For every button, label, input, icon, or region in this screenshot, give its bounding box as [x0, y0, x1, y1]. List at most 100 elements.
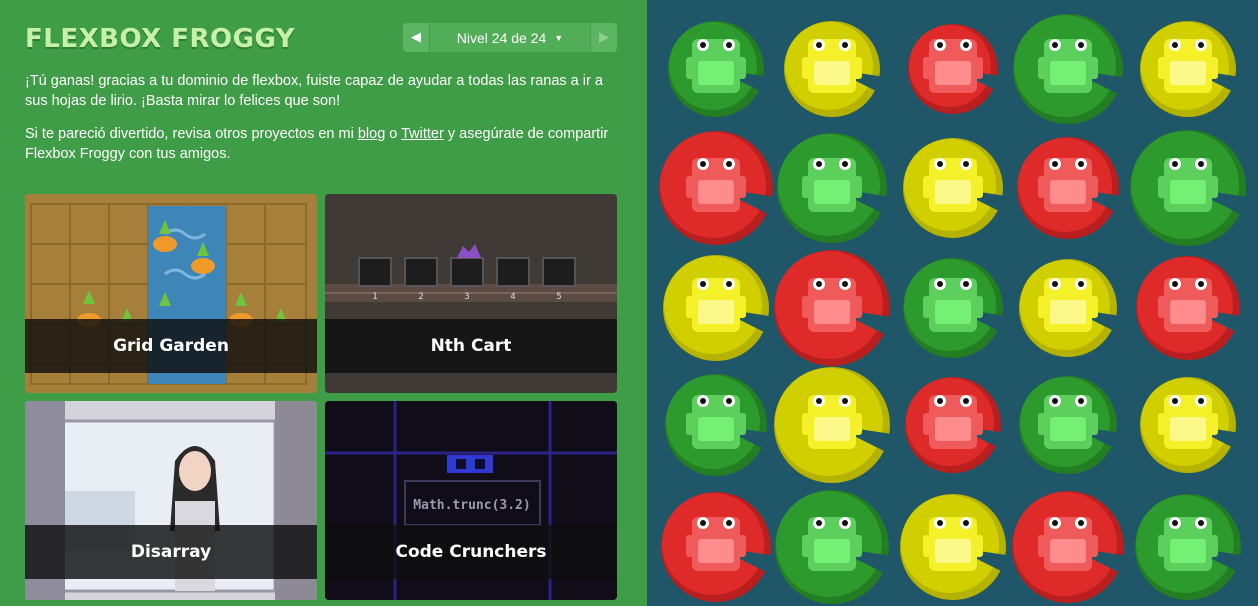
frog-pupil: [726, 398, 732, 404]
frog-on-lilypad-green: [1130, 130, 1246, 246]
project-title: Grid Garden: [25, 319, 317, 373]
blog-link[interactable]: blog: [358, 126, 385, 142]
frog-on-lilypad-green: [903, 258, 1003, 358]
frog-pupil: [963, 520, 969, 526]
frog-pupil: [700, 398, 706, 404]
frog-pupil: [937, 161, 943, 167]
frog-pupil: [842, 281, 848, 287]
frog-pupil: [842, 520, 848, 526]
project-card-grid-garden[interactable]: Grid Garden: [25, 194, 317, 393]
frog-pupil: [816, 520, 822, 526]
frog-belly: [814, 61, 850, 85]
frog-pupil: [1078, 42, 1084, 48]
frog-belly: [698, 180, 734, 204]
project-card-nth-cart[interactable]: 1 2 3 4 5 Nth Cart: [325, 194, 617, 393]
frog-belly: [814, 180, 850, 204]
frog-pupil: [816, 398, 822, 404]
frog-belly: [814, 539, 850, 563]
frog-belly: [1170, 417, 1206, 441]
game-board: [647, 0, 1258, 606]
frog-belly: [1050, 61, 1086, 85]
frog-pupil: [1198, 398, 1204, 404]
frog-on-lilypad-green: [665, 374, 767, 476]
frog-belly: [1170, 61, 1206, 85]
frog-on-lilypad-red: [659, 131, 773, 245]
project-title: Nth Cart: [325, 319, 617, 373]
frog-pupil: [1052, 281, 1058, 287]
cart-number-5: 5: [556, 292, 561, 302]
next-level-button[interactable]: ▶: [591, 23, 617, 52]
frog-belly: [814, 417, 850, 441]
frog-pupil: [1172, 161, 1178, 167]
frog-pupil: [726, 281, 732, 287]
frog-on-lilypad-yellow: [774, 367, 890, 483]
frog-on-lilypad-yellow: [1140, 377, 1236, 473]
frog-belly: [1050, 180, 1086, 204]
frog-belly: [1050, 300, 1086, 324]
frog-on-lilypad-red: [1017, 137, 1119, 239]
frog-belly: [935, 539, 971, 563]
frog-pupil: [1198, 42, 1204, 48]
logo: FLEXBOX FROGGY: [25, 24, 296, 54]
frog-pupil: [1172, 520, 1178, 526]
triangle-left-icon: ◀: [411, 30, 421, 45]
frog-on-lilypad-red: [661, 492, 771, 602]
frog-pupil: [1198, 520, 1204, 526]
frog-pupil: [1052, 42, 1058, 48]
frog-on-lilypad-red: [905, 377, 1001, 473]
frog-on-lilypad-yellow: [784, 21, 880, 117]
frog-pupil: [1052, 520, 1058, 526]
promo-message: Si te pareció divertido, revisa otros pr…: [25, 124, 620, 164]
frog-pupil: [842, 42, 848, 48]
frog-on-lilypad-green: [1013, 14, 1123, 124]
frog-on-lilypad-green: [1019, 376, 1117, 474]
frog-on-lilypad-red: [774, 250, 890, 366]
frog-on-lilypad-yellow: [663, 255, 769, 361]
project-card-code-crunchers[interactable]: Math.trunc(3.2) Code Crunchers: [325, 401, 617, 600]
frog-belly: [698, 300, 734, 324]
project-card-disarray[interactable]: Disarray: [25, 401, 317, 600]
frog-pupil: [700, 42, 706, 48]
frog-pupil: [963, 281, 969, 287]
frog-pupil: [1172, 398, 1178, 404]
frog-pupil: [963, 42, 969, 48]
frog-belly: [1170, 539, 1206, 563]
frog-pupil: [700, 281, 706, 287]
sidebar: FLEXBOX FROGGY ◀ Nivel 24 de 24 ▼ ▶ ¡Tú …: [0, 0, 647, 606]
frog-pupil: [937, 42, 943, 48]
frog-on-lilypad-yellow: [1140, 21, 1236, 117]
frog-pupil: [1198, 161, 1204, 167]
frog-on-lilypad-yellow: [903, 138, 1003, 238]
previous-level-button[interactable]: ◀: [403, 23, 429, 52]
triangle-right-icon: ▶: [599, 30, 609, 45]
level-navigation: ◀ Nivel 24 de 24 ▼ ▶: [403, 23, 617, 52]
cart-number-2: 2: [418, 292, 423, 302]
frog-pupil: [726, 42, 732, 48]
pond: [659, 14, 1246, 604]
frog-pupil: [816, 42, 822, 48]
frog-belly: [935, 417, 971, 441]
frog-pupil: [816, 281, 822, 287]
frog-pupil: [937, 520, 943, 526]
frog-belly: [935, 61, 971, 85]
frog-on-lilypad-yellow: [900, 494, 1006, 600]
win-message: ¡Tú ganas! gracias a tu dominio de flexb…: [25, 73, 603, 109]
frog-pupil: [1052, 398, 1058, 404]
frog-belly: [814, 300, 850, 324]
frog-pupil: [700, 520, 706, 526]
frog-pupil: [726, 161, 732, 167]
frog-pupil: [963, 161, 969, 167]
twitter-link[interactable]: Twitter: [401, 126, 444, 142]
frog-pupil: [1198, 281, 1204, 287]
promo-text-middle: o: [385, 126, 402, 142]
level-indicator-dropdown[interactable]: Nivel 24 de 24 ▼: [429, 23, 591, 52]
cart-number-1: 1: [372, 292, 377, 302]
frog-on-lilypad-green: [1135, 494, 1241, 600]
project-title: Disarray: [25, 525, 317, 579]
frog-pupil: [1172, 281, 1178, 287]
frog-belly: [1050, 417, 1086, 441]
frog-pupil: [1052, 161, 1058, 167]
frog-pupil: [1172, 42, 1178, 48]
frog-pupil: [1078, 520, 1084, 526]
level-label: Nivel 24 de 24: [456, 29, 547, 46]
